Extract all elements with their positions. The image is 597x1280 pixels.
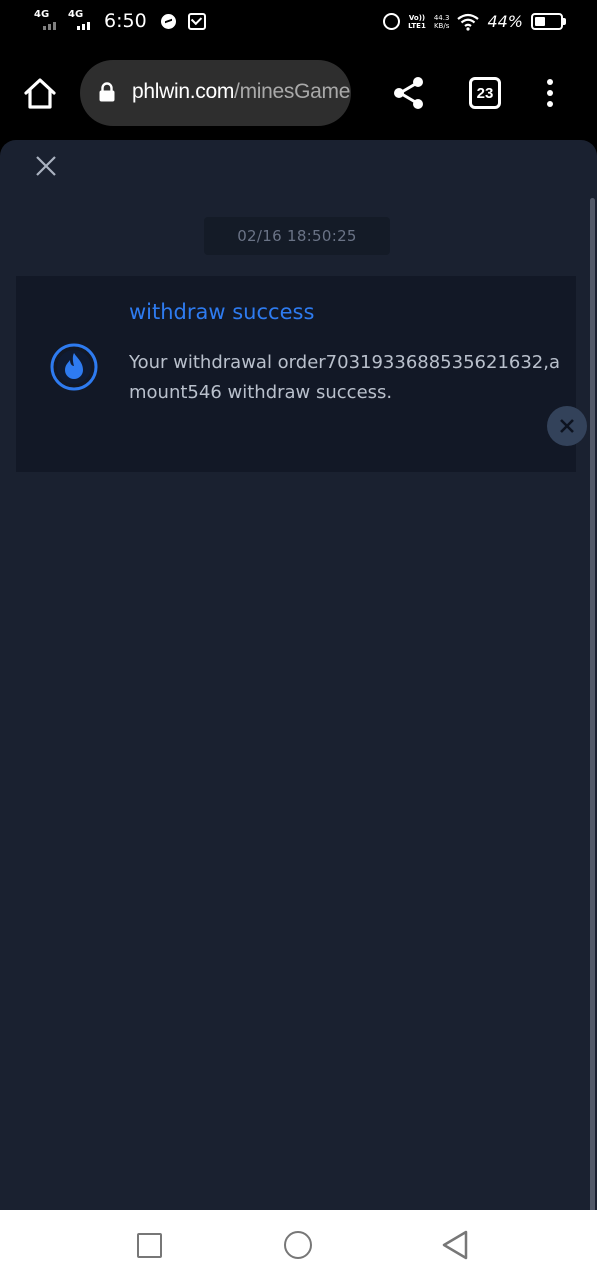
speed-value: 44.3: [433, 13, 450, 22]
message-sheet: 02/16 18:50:25 withdraw success Your wit…: [0, 140, 597, 1213]
network-2-label: 4G: [68, 9, 84, 20]
clock: 6:50: [104, 10, 147, 32]
battery-percent: 44%: [487, 12, 523, 31]
circle-icon[interactable]: [284, 1231, 312, 1259]
network-1-label: 4G: [34, 9, 50, 20]
signal-1-icon: 4G: [34, 9, 62, 31]
message-body: Your withdrawal order7031933688535621632…: [129, 352, 561, 403]
lock-icon: [99, 82, 115, 102]
tab-switcher-button[interactable]: 23: [469, 77, 501, 109]
system-nav-bar: [0, 1210, 597, 1280]
speed-unit: KB/s: [433, 21, 450, 30]
share-icon[interactable]: [392, 76, 426, 110]
message-card[interactable]: withdraw success Your withdrawal order70…: [16, 276, 576, 472]
browser-toolbar: phlwin.com/minesGame 23: [0, 46, 597, 140]
volte-line-1: Vo)): [408, 13, 426, 22]
more-vert-icon[interactable]: [546, 79, 554, 109]
volte-line-2: LTE1: [408, 21, 426, 30]
status-bar: 4G 4G 6:50 Vo)) LTE1 44.3 KB/s 44%: [0, 0, 597, 46]
home-icon[interactable]: [22, 76, 58, 112]
volte-indicator: Vo)) LTE1: [408, 14, 426, 30]
messenger-icon: [160, 13, 176, 29]
flame-icon: [50, 343, 98, 391]
close-circle-icon: [560, 419, 574, 433]
notification-icon: [187, 12, 206, 30]
network-speed: 44.3 KB/s: [434, 14, 450, 30]
address-bar[interactable]: phlwin.com/minesGame: [80, 60, 351, 126]
message-title: withdraw success: [129, 300, 315, 324]
alarm-icon: [383, 13, 401, 30]
square-icon[interactable]: [137, 1233, 162, 1258]
scrollbar[interactable]: [590, 198, 595, 1213]
url-text: phlwin.com/minesGame: [132, 80, 350, 104]
triangle-back-icon[interactable]: [440, 1229, 470, 1261]
url-path: /minesGame: [234, 80, 351, 103]
signal-2-icon: 4G: [68, 9, 96, 31]
page-content: 02/16 18:50:25 withdraw success Your wit…: [0, 140, 597, 1213]
message-timestamp: 02/16 18:50:25: [204, 217, 390, 255]
close-icon[interactable]: [32, 152, 60, 180]
wifi-icon: [457, 13, 480, 31]
battery-icon: [531, 13, 566, 30]
url-domain: phlwin.com: [132, 80, 235, 103]
delete-message-button[interactable]: [547, 406, 587, 446]
